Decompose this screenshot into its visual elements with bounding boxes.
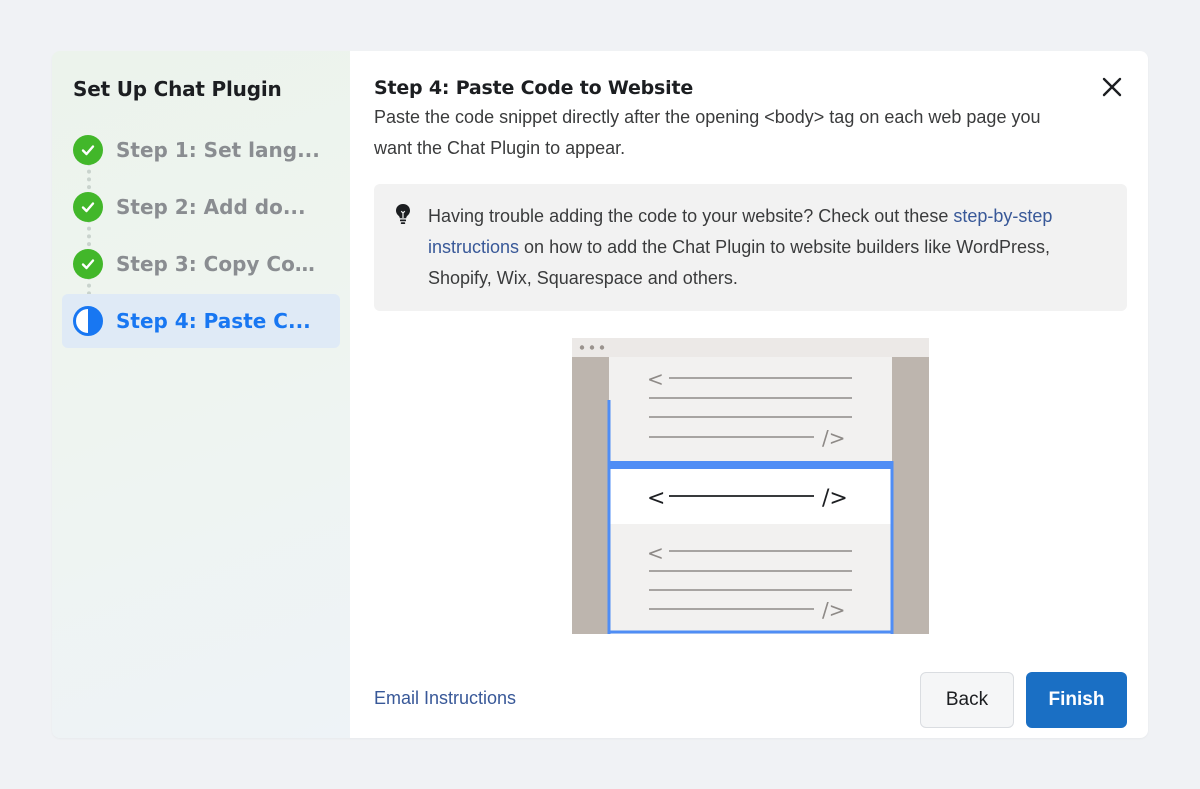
finish-button[interactable]: Finish — [1026, 672, 1127, 728]
svg-text:/>: /> — [822, 426, 846, 450]
step-description: Paste the code snippet directly after th… — [374, 107, 1041, 158]
back-button[interactable]: Back — [920, 672, 1014, 728]
email-instructions-link[interactable]: Email Instructions — [374, 688, 516, 709]
tip-text-before: Having trouble adding the code to your w… — [428, 206, 954, 226]
sidebar-title: Set Up Chat Plugin — [73, 77, 282, 101]
help-tip-box: Having trouble adding the code to your w… — [374, 184, 1127, 311]
step-label: Step 4: Paste C... — [116, 309, 311, 333]
svg-text:/>: /> — [822, 598, 846, 622]
step-item-set-language[interactable]: Step 1: Set lang... — [62, 123, 340, 177]
close-icon — [1102, 77, 1122, 97]
step-label: Step 3: Copy Code — [116, 252, 321, 276]
svg-text:<: < — [647, 541, 664, 565]
help-tip-text: Having trouble adding the code to your w… — [428, 201, 1107, 311]
svg-text:<: < — [647, 486, 665, 511]
step-content: Step 4: Paste Code to Website Paste the … — [350, 51, 1148, 738]
svg-text:/>: /> — [822, 486, 848, 511]
step-label: Step 1: Set lang... — [116, 138, 320, 162]
step-item-copy-code[interactable]: Step 3: Copy Code — [62, 237, 340, 291]
lightbulb-icon — [396, 204, 410, 224]
close-button[interactable] — [1100, 75, 1124, 99]
step-item-add-domain[interactable]: Step 2: Add do... — [62, 180, 340, 234]
setup-sidebar: Set Up Chat Plugin Step 1: Set lang... S… — [52, 51, 350, 738]
paste-code-illustration: < /> < /> < /> — [572, 338, 929, 634]
checkmark-icon — [73, 135, 103, 165]
page-title: Step 4: Paste Code to Website — [374, 77, 694, 99]
checkmark-icon — [73, 249, 103, 279]
step-label: Step 2: Add do... — [116, 195, 306, 219]
step-item-paste-code[interactable]: Step 4: Paste C... — [62, 294, 340, 348]
half-circle-progress-icon — [73, 306, 103, 336]
tip-text-after: on how to add the Chat Plugin to website… — [428, 237, 1051, 288]
checkmark-icon — [73, 192, 103, 222]
svg-text:<: < — [647, 367, 664, 391]
setup-dialog: Set Up Chat Plugin Step 1: Set lang... S… — [52, 51, 1148, 738]
